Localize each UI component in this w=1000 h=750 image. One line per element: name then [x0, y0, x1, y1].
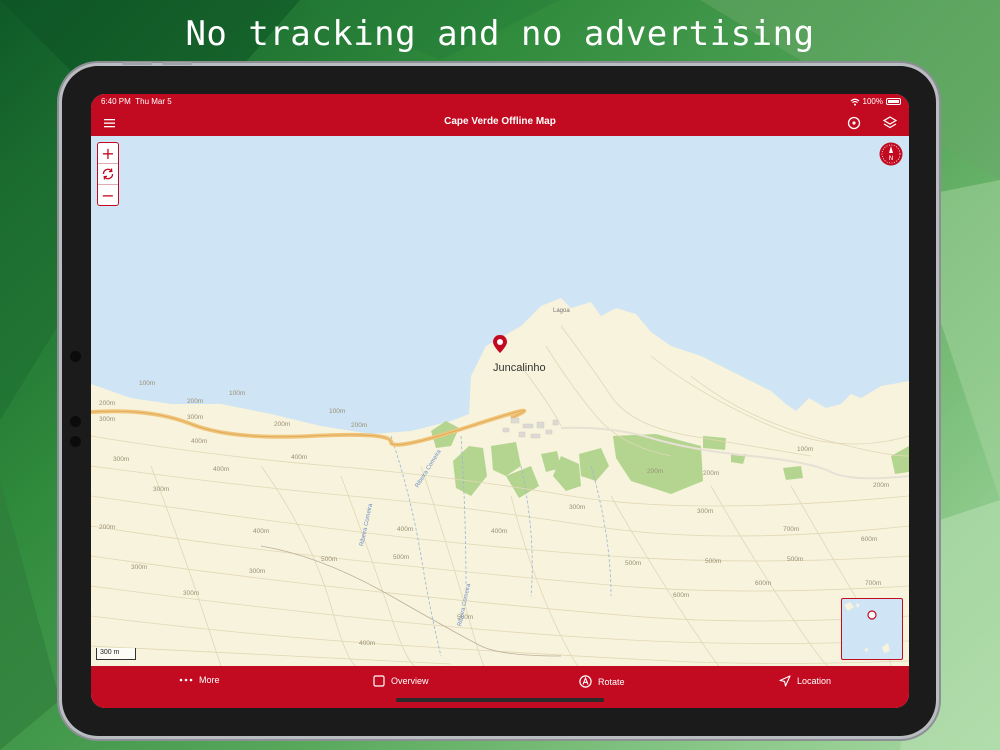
navigation-bar: Cape Verde Offline Map — [91, 110, 909, 136]
tab-rotate[interactable]: Rotate — [579, 675, 625, 688]
overview-mini-map[interactable] — [841, 598, 903, 660]
tab-bar: More Overview Rotate Location — [91, 666, 909, 708]
target-icon[interactable] — [845, 114, 863, 132]
square-icon — [373, 675, 385, 687]
tab-more[interactable]: More — [179, 675, 220, 685]
camera — [70, 416, 81, 427]
ipad-frame: 6:40 PM Thu Mar 5 100% Cape Verde Offlin… — [62, 62, 936, 736]
map-view[interactable]: Juncalinho Lagoa 100m 100m 100m 100m 200… — [91, 136, 909, 677]
screen: 6:40 PM Thu Mar 5 100% Cape Verde Offlin… — [91, 94, 909, 708]
tab-overview[interactable]: Overview — [373, 675, 429, 687]
stream-label: Ribeira Comeira — [457, 583, 473, 627]
status-right: 100% — [850, 97, 883, 106]
wifi-icon — [850, 98, 859, 106]
tab-overview-label: Overview — [391, 676, 429, 686]
compass-a-icon — [579, 675, 592, 688]
tab-rotate-label: Rotate — [598, 676, 625, 687]
zoom-control: + − — [97, 142, 119, 206]
zoom-in-button[interactable]: + — [98, 143, 118, 164]
stream-label: Ribeira Comeira — [414, 449, 443, 489]
status-bar: 6:40 PM Thu Mar 5 100% — [91, 94, 909, 110]
layers-icon[interactable] — [881, 114, 899, 132]
stream-labels: Ribeira Comeira Ribeira Comeira Ribeira … — [91, 136, 909, 666]
power-button — [162, 62, 192, 65]
compass-icon[interactable]: N — [879, 142, 903, 166]
tab-location-label: Location — [797, 676, 832, 686]
refresh-icon — [102, 168, 114, 180]
home-indicator[interactable] — [396, 698, 604, 702]
camera — [70, 436, 81, 447]
zoom-out-button[interactable]: − — [98, 185, 118, 206]
more-dots-icon — [179, 678, 193, 682]
overview-map-canvas — [844, 602, 890, 653]
battery-icon — [886, 98, 901, 105]
app-title: Cape Verde Offline Map — [444, 116, 556, 127]
scale-bar: 300 m — [96, 648, 136, 660]
volume-button — [122, 62, 152, 65]
stream-label: Ribeira Comeira — [359, 503, 375, 547]
headline: No tracking and no advertising — [185, 14, 815, 54]
tab-location[interactable]: Location — [779, 675, 831, 687]
battery-percentage: 100% — [862, 97, 883, 106]
refresh-button[interactable] — [98, 164, 118, 185]
camera — [70, 351, 81, 362]
compass-letter: N — [889, 155, 894, 162]
location-arrow-icon — [779, 675, 791, 687]
status-time: 6:40 PM Thu Mar 5 — [101, 97, 172, 106]
tab-more-label: More — [199, 675, 220, 685]
